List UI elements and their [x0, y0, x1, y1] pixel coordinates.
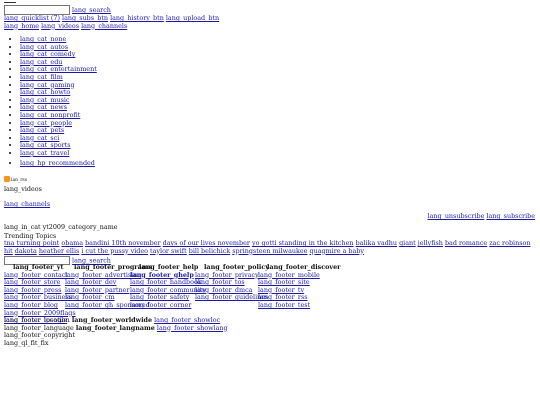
trending-topic-link[interactable]: heather ellis — [39, 247, 79, 255]
unsubscribe-button[interactable]: lang_unsubscribe — [428, 212, 485, 220]
channels-section: lang_channels — [4, 200, 50, 209]
home-link[interactable]: lang_home — [4, 22, 39, 30]
footer-link[interactable]: lang_footer_test — [258, 301, 310, 309]
language-value: lang_footer_langname — [75, 323, 155, 332]
trending-topic-link[interactable]: taylor swift — [150, 247, 187, 255]
header: lang_search lang_quicklist (7) lang_subs… — [4, 5, 219, 30]
trending-topics: tna turning point obama bandini 10th nov… — [4, 239, 534, 255]
trending-topic-link[interactable]: dakota — [15, 247, 37, 255]
search-button[interactable]: lang_search — [72, 6, 111, 14]
show-languages-link[interactable]: lang_footer_showlang — [157, 324, 228, 332]
recommended-list: lang_hp_recommended — [4, 159, 95, 168]
subscription-controls: lang_unsubscribe lang_subscribe — [428, 212, 535, 221]
footer-link[interactable]: lang_footer_corner — [130, 301, 191, 309]
trending-topic-link[interactable]: quagmire a baby — [310, 247, 365, 255]
footer-col-discover: lang_footer_discover lang_footer_mobile … — [258, 263, 341, 310]
rss-icon — [4, 176, 10, 182]
category-name: lang_in_cat yt2009_category_name — [4, 223, 118, 231]
channels-heading-link[interactable]: lang_channels — [4, 200, 50, 208]
quicklist-fit-fix: lang_ql_fit_fix — [4, 338, 49, 347]
trending-topic-link[interactable]: springsteen milwaukee — [232, 247, 307, 255]
recommended-link[interactable]: lang_hp_recommended — [20, 159, 95, 167]
trending-topic-link[interactable]: bill belichick — [189, 247, 230, 255]
nav-row-2: lang_home lang_videos lang_channels — [4, 22, 219, 31]
upload-link[interactable]: lang_upload_btn — [166, 14, 219, 22]
videos-heading: lang_videos — [4, 185, 42, 193]
trending-topic-link[interactable]: giant — [399, 239, 416, 247]
logo-mark[interactable] — [4, 2, 16, 3]
recommended-item: lang_hp_recommended — [20, 159, 95, 168]
rss-label: lan_rss — [11, 178, 28, 183]
category-item: lang_cat_travel — [20, 149, 97, 158]
category-list: lang_cat_none lang_cat_autos lang_cat_co… — [4, 35, 97, 158]
trending-topic-link[interactable]: jellyfish — [418, 239, 443, 247]
subscribe-button[interactable]: lang_subscribe — [486, 212, 535, 220]
videos-link[interactable]: lang_videos — [41, 22, 79, 30]
trending-topic-link[interactable]: i cut the pussy video — [81, 247, 148, 255]
footer-bottom: lang_footer_location lang_footer_worldwi… — [4, 316, 228, 347]
channels-link[interactable]: lang_channels — [81, 22, 127, 30]
category-link[interactable]: lang_cat_travel — [20, 149, 69, 157]
rss-feed[interactable]: lan_rss — [4, 176, 27, 185]
trending-topic-link[interactable]: bad romance — [445, 239, 487, 247]
